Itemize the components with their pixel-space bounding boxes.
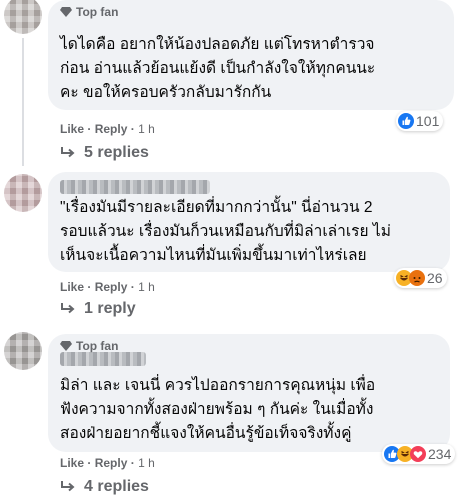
comment-text: ไดไดคือ อยากให้น้องปลอดภัย แต่โทรหาตำรวจ…	[60, 36, 376, 101]
reaction-count: 101	[416, 113, 440, 129]
comment-actions: Like · Reply · 1 h	[60, 122, 155, 136]
comment-actions: Like · Reply · 1 h	[60, 280, 155, 294]
commenter-name[interactable]	[60, 352, 146, 366]
reply-arrow-icon	[61, 481, 75, 492]
reply-link[interactable]: Reply	[95, 280, 128, 294]
avatar[interactable]	[4, 332, 42, 370]
view-replies[interactable]: 5 replies	[60, 144, 149, 162]
comment-bubble: "เรื่องมันมีรายละเอียดที่มากกว่านั้น" นี…	[48, 172, 450, 272]
reply-arrow-icon	[61, 303, 75, 314]
replies-label[interactable]: 4 replies	[84, 478, 149, 496]
comment-text: "เรื่องมันมีรายละเอียดที่มากกว่านั้น" นี…	[60, 199, 391, 264]
avatar[interactable]	[4, 0, 42, 34]
comment-text: มิล่า และ เจนนี่ ควรไปออกรายการคุณหนุ่ม …	[60, 377, 376, 442]
reaction-summary[interactable]: 101	[396, 111, 444, 131]
timestamp[interactable]: 1 h	[138, 456, 155, 470]
comment-bubble: Top fan มิล่า และ เจนนี่ ควรไปออกรายการค…	[48, 334, 450, 452]
comment-bubble: Top fan ไดไดคือ อยากให้น้องปลอดภัย แต่โท…	[48, 0, 454, 110]
separator: ·	[87, 456, 92, 470]
thread-line	[22, 38, 24, 166]
angry-icon	[409, 270, 425, 286]
reaction-summary[interactable]: 234	[382, 444, 456, 464]
reaction-count: 234	[428, 446, 452, 462]
top-fan-badge: Top fan	[60, 339, 118, 353]
top-fan-badge: Top fan	[60, 5, 118, 19]
like-link[interactable]: Like	[60, 456, 84, 470]
like-link[interactable]: Like	[60, 122, 84, 136]
separator: ·	[130, 122, 135, 136]
timestamp[interactable]: 1 h	[138, 122, 155, 136]
view-replies[interactable]: 4 replies	[60, 478, 149, 496]
diamond-icon	[60, 341, 72, 351]
reply-link[interactable]: Reply	[95, 122, 128, 136]
replies-label[interactable]: 5 replies	[84, 144, 149, 162]
view-replies[interactable]: 1 reply	[60, 300, 136, 318]
reply-arrow-icon	[61, 147, 75, 158]
reply-link[interactable]: Reply	[95, 456, 128, 470]
like-icon	[398, 113, 414, 129]
reaction-count: 26	[427, 270, 443, 286]
badge-label: Top fan	[76, 339, 119, 353]
timestamp[interactable]: 1 h	[138, 280, 155, 294]
separator: ·	[130, 456, 135, 470]
separator: ·	[87, 122, 92, 136]
separator: ·	[87, 280, 92, 294]
diamond-icon	[60, 7, 72, 17]
reaction-summary[interactable]: 26	[394, 268, 447, 288]
avatar[interactable]	[4, 174, 42, 212]
separator: ·	[130, 280, 135, 294]
badge-label: Top fan	[76, 5, 119, 19]
comment-actions: Like · Reply · 1 h	[60, 456, 155, 470]
commenter-name[interactable]	[60, 180, 210, 194]
replies-label[interactable]: 1 reply	[84, 300, 136, 318]
like-link[interactable]: Like	[60, 280, 84, 294]
love-icon	[410, 446, 426, 462]
